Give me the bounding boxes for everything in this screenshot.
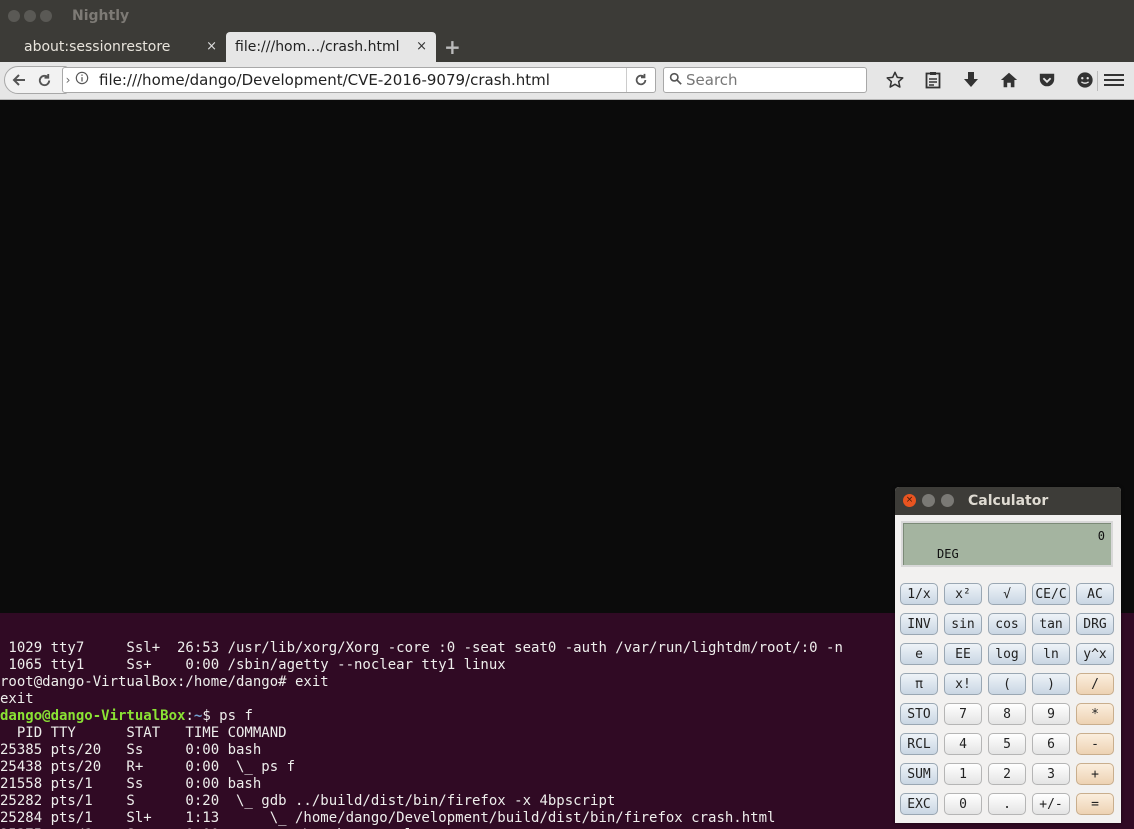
calc-key[interactable]: 1 — [944, 763, 982, 785]
search-placeholder[interactable]: Search — [686, 71, 738, 89]
calc-key[interactable]: = — [1076, 793, 1114, 815]
tab-label: file:///hom…/crash.html — [235, 39, 400, 55]
home-icon[interactable] — [990, 67, 1028, 93]
calc-key[interactable]: EXC — [900, 793, 938, 815]
calc-key[interactable]: 4 — [944, 733, 982, 755]
tab-crash-html[interactable]: file:///hom…/crash.html × — [226, 32, 436, 62]
calc-key[interactable]: RCL — [900, 733, 938, 755]
window-title: Nightly — [72, 8, 130, 24]
hamburger-menu-icon[interactable] — [1104, 70, 1124, 90]
calc-key[interactable]: 2 — [988, 763, 1026, 785]
calculator-window: × Calculator 0 DEG 1/x x² √ CE/C AC INV sin cos… — [895, 487, 1121, 823]
angle-mode: DEG — [937, 547, 959, 561]
close-icon[interactable]: × — [903, 494, 916, 507]
calc-key[interactable]: √ — [988, 583, 1026, 605]
window-controls[interactable] — [8, 10, 52, 22]
maximize-icon[interactable] — [941, 494, 954, 507]
calc-key[interactable]: ( — [988, 673, 1026, 695]
calc-key[interactable]: x² — [944, 583, 982, 605]
calc-key[interactable]: 7 — [944, 703, 982, 725]
tab-strip: about:sessionrestore × file:///hom…/cras… — [0, 32, 1134, 62]
calc-key[interactable]: INV — [900, 613, 938, 635]
search-icon — [664, 72, 686, 89]
calc-key[interactable]: - — [1076, 733, 1114, 755]
calc-key[interactable]: / — [1076, 673, 1114, 695]
calc-key[interactable]: 9 — [1032, 703, 1070, 725]
search-bar[interactable]: Search — [663, 67, 867, 93]
url-bar[interactable]: › file:///home/dango/Development/CVE-201… — [62, 67, 656, 93]
chevron-right-icon: › — [65, 73, 71, 87]
toolbar-icons — [876, 67, 1104, 93]
calc-key[interactable]: tan — [1032, 613, 1070, 635]
calc-key[interactable]: x! — [944, 673, 982, 695]
calc-key[interactable]: . — [988, 793, 1026, 815]
star-icon[interactable] — [876, 67, 914, 93]
info-icon[interactable] — [73, 71, 91, 89]
calc-key[interactable]: sin — [944, 613, 982, 635]
reload-icon[interactable] — [626, 68, 655, 92]
calc-key[interactable]: EE — [944, 643, 982, 665]
new-tab-button[interactable]: + — [444, 35, 461, 59]
close-tab-icon[interactable]: × — [416, 39, 427, 55]
toolbar-separator — [1097, 71, 1098, 91]
calc-key[interactable]: π — [900, 673, 938, 695]
back-forward-group[interactable] — [4, 66, 68, 94]
calc-key[interactable]: DRG — [1076, 613, 1114, 635]
calc-key[interactable]: 1/x — [900, 583, 938, 605]
calc-key[interactable]: 5 — [988, 733, 1026, 755]
calculator-title: Calculator — [968, 493, 1049, 509]
calc-key[interactable]: STO — [900, 703, 938, 725]
calc-key[interactable]: * — [1076, 703, 1114, 725]
tab-label: about:sessionrestore — [24, 39, 171, 55]
calc-key[interactable]: AC — [1076, 583, 1114, 605]
back-arrow-icon[interactable] — [5, 67, 33, 93]
prompt-user: dango@dango-VirtualBox — [0, 708, 186, 724]
calc-key[interactable]: y^x — [1076, 643, 1114, 665]
calc-key[interactable]: log — [988, 643, 1026, 665]
browser-titlebar: Nightly — [0, 0, 1134, 32]
calc-key[interactable]: SUM — [900, 763, 938, 785]
calc-key[interactable]: +/- — [1032, 793, 1070, 815]
url-text[interactable]: file:///home/dango/Development/CVE-2016-… — [99, 71, 626, 89]
calc-key[interactable]: CE/C — [1032, 583, 1070, 605]
close-tab-icon[interactable]: × — [206, 39, 217, 55]
close-window-icon[interactable] — [8, 10, 20, 22]
clipboard-icon[interactable] — [914, 67, 952, 93]
calc-key[interactable]: + — [1076, 763, 1114, 785]
tab-sessionrestore[interactable]: about:sessionrestore × — [0, 32, 226, 62]
chat-icon[interactable] — [1066, 67, 1104, 93]
prompt-command: $ ps f — [202, 708, 253, 724]
calculator-display: 0 DEG — [901, 521, 1113, 567]
download-icon[interactable] — [952, 67, 990, 93]
calc-key[interactable]: 3 — [1032, 763, 1070, 785]
calc-key[interactable]: cos — [988, 613, 1026, 635]
calc-key[interactable]: ) — [1032, 673, 1070, 695]
minimize-window-icon[interactable] — [24, 10, 36, 22]
display-value: 0 — [1097, 529, 1105, 543]
maximize-window-icon[interactable] — [40, 10, 52, 22]
prompt-separator: : — [185, 708, 194, 724]
pocket-icon[interactable] — [1028, 67, 1066, 93]
navigation-toolbar: › file:///home/dango/Development/CVE-201… — [0, 62, 1134, 100]
calc-key[interactable]: ln — [1032, 643, 1070, 665]
calc-key[interactable]: 8 — [988, 703, 1026, 725]
calc-key[interactable]: 0 — [944, 793, 982, 815]
reload-icon[interactable] — [33, 73, 55, 88]
minimize-icon[interactable] — [922, 494, 935, 507]
calculator-titlebar: × Calculator — [895, 487, 1121, 515]
calc-key[interactable]: e — [900, 643, 938, 665]
calc-key[interactable]: 6 — [1032, 733, 1070, 755]
